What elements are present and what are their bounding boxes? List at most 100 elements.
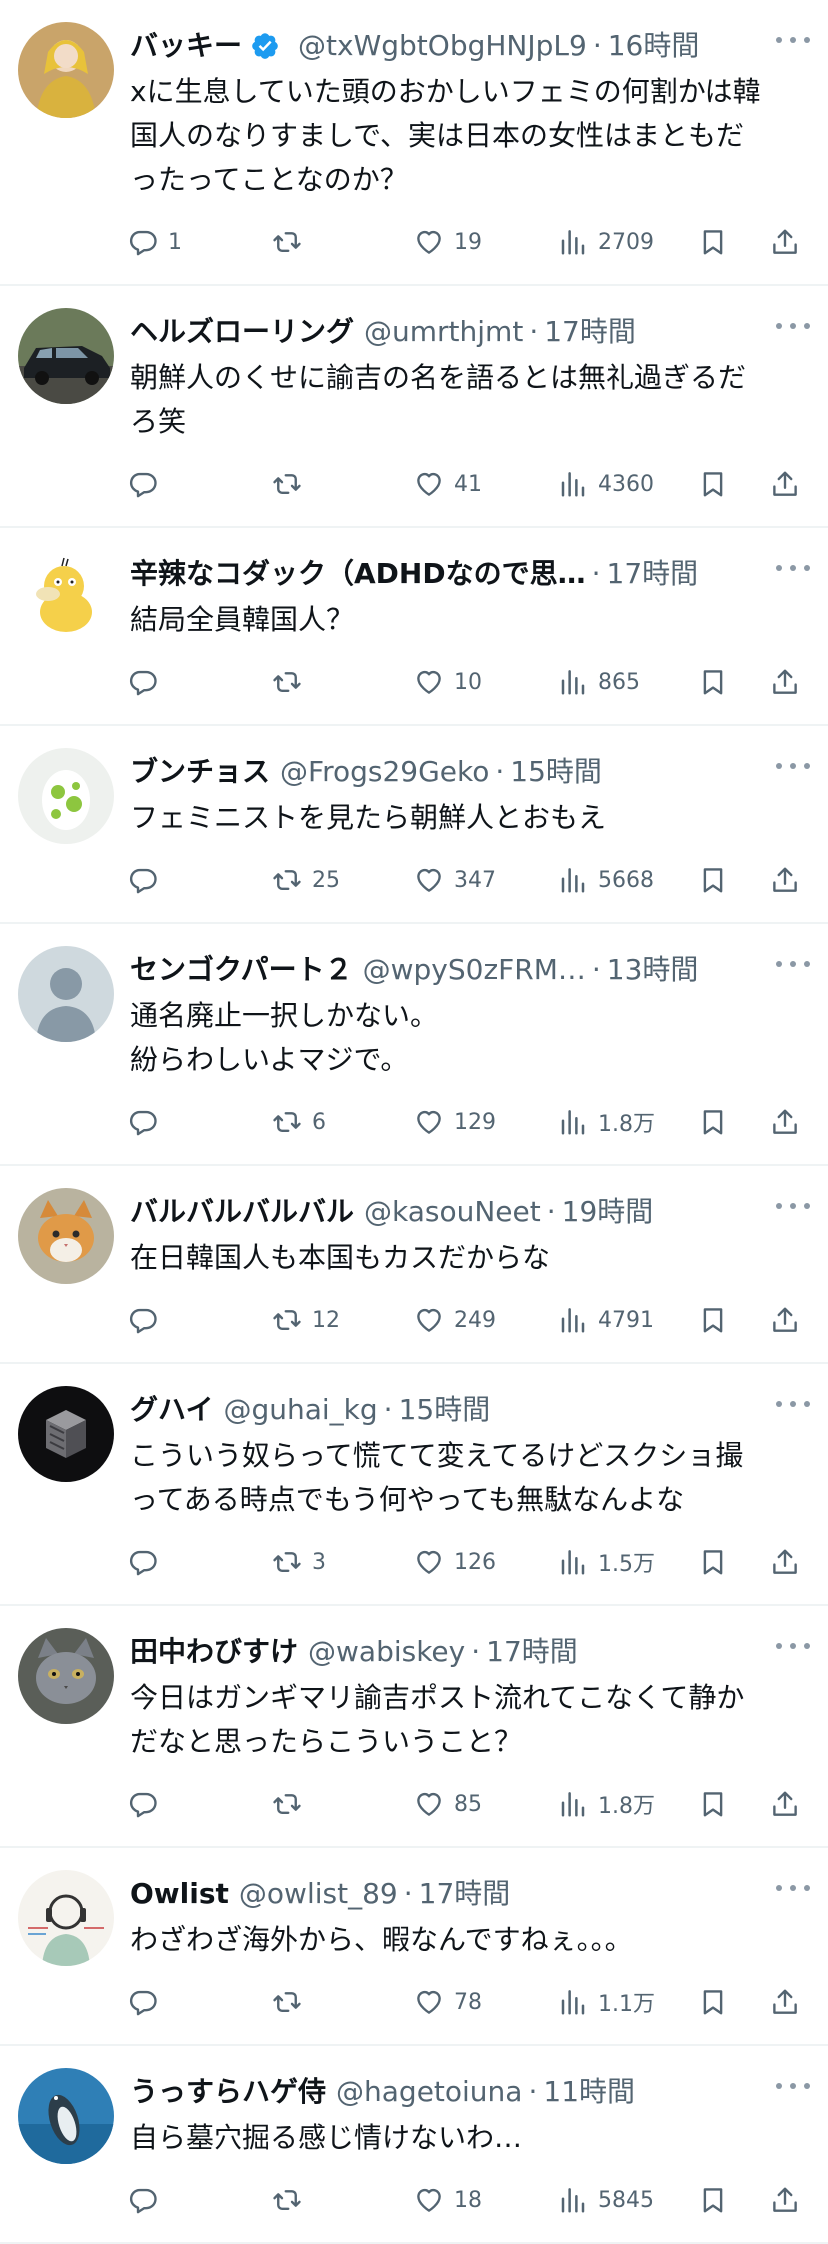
- like-button[interactable]: 19: [414, 222, 482, 262]
- avatar-headphones-figure[interactable]: [18, 1870, 114, 1966]
- retweet-button[interactable]: [272, 662, 312, 702]
- display-name[interactable]: 田中わびすけ: [130, 1632, 298, 1672]
- user-handle[interactable]: @owlist_89: [239, 1874, 398, 1914]
- share-button[interactable]: [770, 662, 800, 702]
- user-handle[interactable]: @hagetoiuna: [336, 2072, 522, 2112]
- timestamp[interactable]: 11時間: [543, 2072, 635, 2112]
- reply-button[interactable]: [128, 1784, 168, 1824]
- reply-button[interactable]: [128, 662, 168, 702]
- user-handle[interactable]: @wpyS0zFRM…: [363, 950, 586, 990]
- retweet-button[interactable]: 25: [272, 860, 340, 900]
- timestamp[interactable]: 15時間: [399, 1390, 491, 1430]
- views-button[interactable]: 4791: [558, 1300, 654, 1340]
- like-button[interactable]: 18: [414, 2180, 482, 2220]
- tweet-5[interactable]: センゴクパート２ @wpyS0zFRM… · 13時間 通名廃止一択しかない。 …: [0, 924, 828, 1166]
- retweet-button[interactable]: 12: [272, 1300, 340, 1340]
- tweet-6[interactable]: バルバルバルバル @kasouNeet · 19時間 在日韓国人も本国もカスだか…: [0, 1166, 828, 1364]
- retweet-button[interactable]: [272, 222, 312, 262]
- bookmark-button[interactable]: [698, 1542, 728, 1582]
- timestamp[interactable]: 17時間: [607, 554, 699, 594]
- display-name[interactable]: 辛辣なコダック（ADHDなので思…: [130, 554, 586, 594]
- views-button[interactable]: 1.1万: [558, 1982, 655, 2022]
- share-button[interactable]: [770, 860, 800, 900]
- avatar-penguin-water[interactable]: [18, 2068, 114, 2164]
- like-button[interactable]: 85: [414, 1784, 482, 1824]
- share-button[interactable]: [770, 1542, 800, 1582]
- user-handle[interactable]: @Frogs29Geko: [280, 752, 489, 792]
- avatar-default-person[interactable]: [18, 946, 114, 1042]
- user-handle[interactable]: @txWgbtObgHNJpL9: [298, 26, 587, 66]
- timestamp[interactable]: 13時間: [607, 950, 699, 990]
- like-button[interactable]: 129: [414, 1102, 496, 1142]
- more-options-icon[interactable]: [776, 316, 810, 336]
- bookmark-button[interactable]: [698, 222, 728, 262]
- views-button[interactable]: 5668: [558, 860, 654, 900]
- like-button[interactable]: 78: [414, 1982, 482, 2022]
- tweet-3[interactable]: 辛辣なコダック（ADHDなので思… · 17時間 結局全員韓国人？ 10 865: [0, 528, 828, 726]
- more-options-icon[interactable]: [776, 756, 810, 776]
- timestamp[interactable]: 19時間: [562, 1192, 654, 1232]
- views-button[interactable]: 1.5万: [558, 1542, 655, 1582]
- bookmark-button[interactable]: [698, 1102, 728, 1142]
- share-button[interactable]: [770, 222, 800, 262]
- retweet-button[interactable]: [272, 2180, 312, 2220]
- bookmark-button[interactable]: [698, 1784, 728, 1824]
- retweet-button[interactable]: [272, 464, 312, 504]
- display-name[interactable]: ヘルズローリング: [130, 312, 354, 352]
- bookmark-button[interactable]: [698, 662, 728, 702]
- reply-button[interactable]: 1: [128, 222, 182, 262]
- avatar-woman-yellow-dress[interactable]: [18, 22, 114, 118]
- like-button[interactable]: 126: [414, 1542, 496, 1582]
- display-name[interactable]: バッキー: [130, 26, 242, 66]
- like-button[interactable]: 249: [414, 1300, 496, 1340]
- avatar-yellow-duck[interactable]: [18, 550, 114, 646]
- user-handle[interactable]: @guhai_kg: [223, 1390, 377, 1430]
- display-name[interactable]: センゴクパート２: [130, 950, 353, 990]
- like-button[interactable]: 10: [414, 662, 482, 702]
- bookmark-button[interactable]: [698, 2180, 728, 2220]
- tweet-7[interactable]: グハイ @guhai_kg · 15時間 こういう奴らって慌てて変えてるけどスク…: [0, 1364, 828, 1606]
- views-button[interactable]: 4360: [558, 464, 654, 504]
- display-name[interactable]: バルバルバルバル: [130, 1192, 354, 1232]
- avatar-gray-cat[interactable]: [18, 1628, 114, 1724]
- user-handle[interactable]: @kasouNeet: [364, 1192, 541, 1232]
- reply-button[interactable]: [128, 860, 168, 900]
- share-button[interactable]: [770, 464, 800, 504]
- reply-button[interactable]: [128, 1542, 168, 1582]
- display-name[interactable]: グハイ: [130, 1390, 213, 1430]
- share-button[interactable]: [770, 1102, 800, 1142]
- reply-button[interactable]: [128, 1300, 168, 1340]
- user-handle[interactable]: @wabiskey: [308, 1632, 465, 1672]
- views-button[interactable]: 1.8万: [558, 1784, 655, 1824]
- avatar-orange-cat[interactable]: [18, 1188, 114, 1284]
- reply-button[interactable]: [128, 464, 168, 504]
- avatar-black-car[interactable]: [18, 308, 114, 404]
- retweet-button[interactable]: [272, 1784, 312, 1824]
- bookmark-button[interactable]: [698, 1300, 728, 1340]
- views-button[interactable]: 2709: [558, 222, 654, 262]
- avatar-green-spotted-egg[interactable]: [18, 748, 114, 844]
- more-options-icon[interactable]: [776, 30, 810, 50]
- timestamp[interactable]: 16時間: [608, 26, 700, 66]
- timestamp[interactable]: 17時間: [419, 1874, 511, 1914]
- more-options-icon[interactable]: [776, 954, 810, 974]
- views-button[interactable]: 1.8万: [558, 1102, 655, 1142]
- display-name[interactable]: ブンチョス: [130, 752, 270, 792]
- views-button[interactable]: 865: [558, 662, 640, 702]
- like-button[interactable]: 41: [414, 464, 482, 504]
- timestamp[interactable]: 17時間: [544, 312, 636, 352]
- more-options-icon[interactable]: [776, 1878, 810, 1898]
- tweet-4[interactable]: ブンチョス @Frogs29Geko · 15時間 フェミニストを見たら朝鮮人と…: [0, 726, 828, 924]
- reply-button[interactable]: [128, 1102, 168, 1142]
- tweet-1[interactable]: バッキー @txWgbtObgHNJpL9 · 16時間 xに生息していた頭のお…: [0, 0, 828, 286]
- tweet-8[interactable]: 田中わびすけ @wabiskey · 17時間 今日はガンギマリ諭吉ポスト流れて…: [0, 1606, 828, 1848]
- more-options-icon[interactable]: [776, 1636, 810, 1656]
- tweet-10[interactable]: うっすらハゲ侍 @hagetoiuna · 11時間 自ら墓穴掘る感じ情けないわ…: [0, 2046, 828, 2244]
- display-name[interactable]: Owlist: [130, 1874, 229, 1914]
- user-handle[interactable]: @umrthjmt: [364, 312, 523, 352]
- more-options-icon[interactable]: [776, 558, 810, 578]
- share-button[interactable]: [770, 2180, 800, 2220]
- bookmark-button[interactable]: [698, 860, 728, 900]
- reply-button[interactable]: [128, 2180, 168, 2220]
- retweet-button[interactable]: [272, 1982, 312, 2022]
